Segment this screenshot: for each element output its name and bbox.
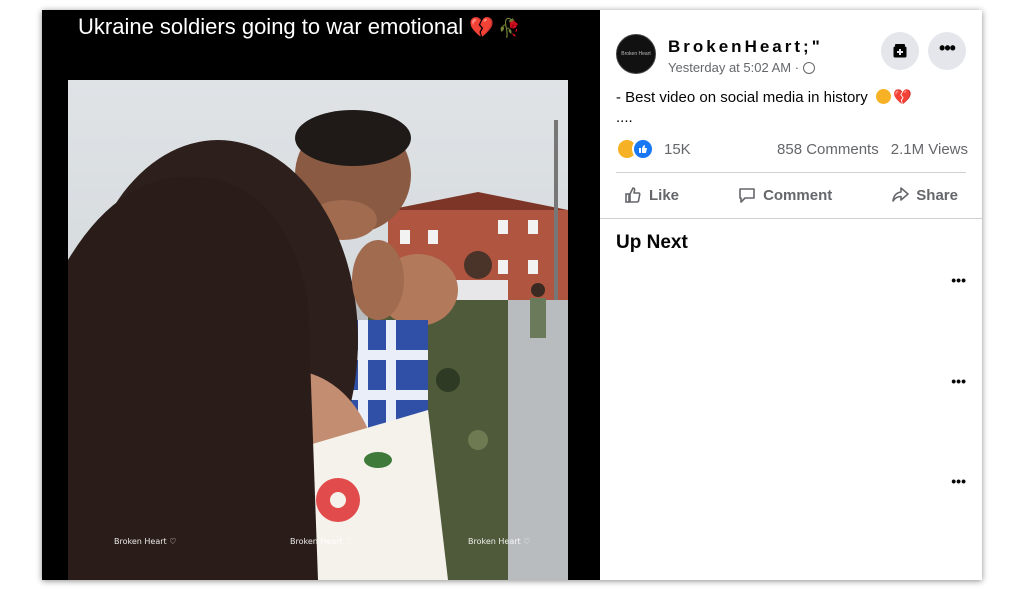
up-next-heading: Up Next: [616, 232, 688, 253]
comment-icon: [739, 188, 755, 203]
caption-text: - Best video on social media in history: [616, 89, 872, 106]
video-watermark: Broken Heart ♡: [114, 537, 177, 546]
view-count: 2.1M Views: [890, 141, 968, 158]
share-label: Share: [916, 186, 958, 204]
broken-heart-emoji: 💔: [469, 17, 495, 39]
sad-face-emoji: [875, 89, 891, 104]
more-options-button[interactable]: •••: [928, 32, 966, 70]
reaction-summary[interactable]: 15K: [616, 138, 691, 160]
up-next-item-more-button[interactable]: •••: [951, 473, 966, 489]
post-timestamp[interactable]: Yesterday at 5:02 AM ·: [668, 60, 816, 75]
avatar-text: Broken Heart: [621, 51, 651, 57]
like-button[interactable]: Like: [616, 186, 687, 204]
section-divider: [600, 218, 982, 219]
page-name[interactable]: BrokenHeart;": [668, 37, 823, 57]
thumbs-up-mini-icon: [639, 145, 647, 153]
video-frame-image: [68, 80, 568, 580]
post-viewer: Ukraine soldiers going to war emotional 💔…: [42, 10, 982, 580]
video-overlay-text: Ukraine soldiers going to war emotional: [78, 14, 464, 39]
video-watermark: Broken Heart ♡: [468, 537, 531, 546]
broken-heart-emoji: 💔: [892, 89, 912, 106]
thumbs-up-icon: [625, 187, 641, 203]
save-icon: [893, 44, 907, 58]
timestamp-text: Yesterday at 5:02 AM ·: [668, 60, 800, 75]
video-watermark: Broken Heart ♡: [290, 537, 353, 546]
caption-continuation: ....: [616, 109, 633, 126]
share-button[interactable]: Share: [883, 186, 966, 204]
more-icon: •••: [939, 38, 956, 58]
reaction-count: 15K: [664, 140, 691, 158]
post-stats: 858 Comments 2.1M Views: [777, 141, 968, 158]
like-label: Like: [649, 186, 680, 204]
page-avatar[interactable]: Broken Heart: [616, 34, 656, 74]
post-actions: Like Comment Share: [616, 173, 966, 217]
video-overlay-title: Ukraine soldiers going to war emotional 💔…: [42, 14, 600, 40]
comment-count[interactable]: 858 Comments: [777, 141, 879, 158]
like-reaction-icon: [632, 138, 654, 160]
share-icon: [892, 187, 910, 202]
up-next-item-more-button[interactable]: •••: [951, 272, 966, 288]
globe-icon: [803, 61, 816, 74]
post-sidebar: Broken Heart BrokenHeart;" Yesterday at …: [600, 10, 982, 580]
comment-button[interactable]: Comment: [730, 186, 840, 204]
video-player[interactable]: Ukraine soldiers going to war emotional 💔…: [42, 10, 600, 580]
caption-line: - Best video on social media in history …: [616, 88, 912, 108]
comment-label: Comment: [763, 186, 833, 204]
video-frame[interactable]: Broken Heart ♡ Broken Heart ♡ Broken Hea…: [68, 80, 568, 580]
post-caption: - Best video on social media in history …: [616, 88, 912, 128]
up-next-item-more-button[interactable]: •••: [951, 373, 966, 389]
save-button[interactable]: [881, 32, 919, 70]
wilted-rose-emoji: 🥀: [498, 18, 521, 38]
